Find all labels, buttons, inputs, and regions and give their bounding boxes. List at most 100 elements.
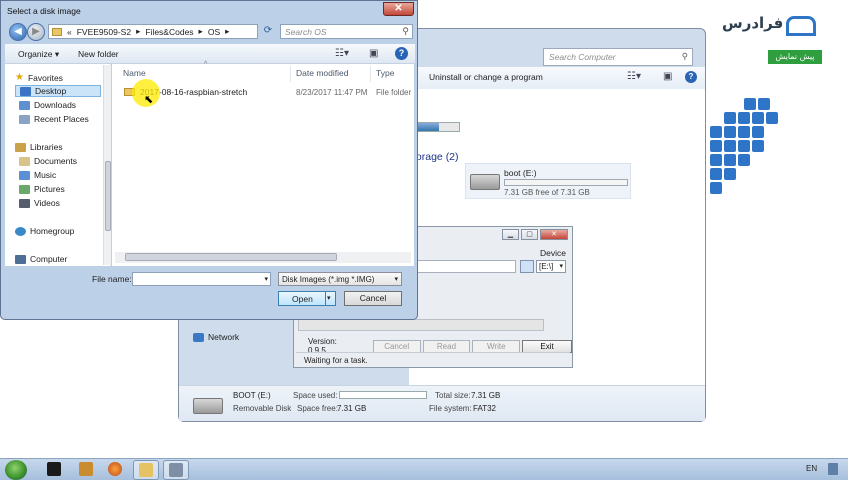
nav-videos[interactable]: Videos bbox=[19, 198, 60, 208]
preview-pane-icon[interactable]: ▣ bbox=[663, 71, 672, 82]
taskbar: EN bbox=[0, 458, 848, 480]
device-label: Device bbox=[540, 248, 566, 258]
drive-free-text: 7.31 GB free of 7.31 GB bbox=[504, 188, 590, 197]
write-button[interactable]: Write bbox=[472, 339, 521, 353]
drive-space-bar bbox=[504, 179, 628, 186]
space-used-bar bbox=[339, 391, 427, 399]
start-button[interactable] bbox=[5, 460, 27, 480]
nav-pictures[interactable]: Pictures bbox=[19, 184, 65, 194]
nav-recent-places[interactable]: Recent Places bbox=[19, 114, 89, 124]
back-arrow-icon[interactable]: ◀ bbox=[9, 23, 27, 41]
chevron-down-icon: ▾ bbox=[394, 276, 398, 283]
breadcrumb[interactable]: « FVEE9509-S2 ▸ Files&Codes ▸ OS ▸ bbox=[48, 24, 258, 39]
homegroup-icon bbox=[15, 226, 26, 236]
firefox-icon[interactable] bbox=[108, 462, 122, 476]
breadcrumb-item[interactable]: FVEE9509-S2 bbox=[77, 27, 131, 37]
close-icon[interactable]: ✕ bbox=[383, 2, 414, 16]
view-options-icon[interactable]: ☷▾ bbox=[335, 48, 349, 59]
removable-storage-heading: torage (2) bbox=[413, 151, 459, 163]
column-divider[interactable] bbox=[290, 66, 291, 82]
nav-libraries[interactable]: Libraries bbox=[15, 142, 63, 152]
nav-item-network[interactable]: Network bbox=[193, 332, 239, 342]
scrollbar-thumb[interactable] bbox=[105, 161, 111, 231]
read-button[interactable]: Read bbox=[422, 339, 471, 353]
new-folder-button[interactable]: New folder bbox=[78, 49, 119, 59]
device-select[interactable]: [E:\] ▾ bbox=[536, 260, 566, 273]
file-type-filter-select[interactable]: Disk Images (*.img *.IMG) ▾ bbox=[278, 272, 402, 286]
minimize-button[interactable]: ▁ bbox=[502, 229, 519, 240]
file-date: 8/23/2017 11:47 PM bbox=[296, 88, 368, 97]
open-button[interactable]: Open ▾ bbox=[278, 291, 336, 306]
nav-downloads[interactable]: Downloads bbox=[19, 100, 76, 110]
total-size-label: Total size: bbox=[435, 391, 471, 400]
computer-icon bbox=[15, 254, 26, 264]
removable-drive-icon bbox=[193, 398, 223, 414]
notepad-icon[interactable] bbox=[79, 462, 93, 476]
drive-boot-tile[interactable]: boot (E:) 7.31 GB free of 7.31 GB bbox=[465, 163, 631, 199]
nav-music[interactable]: Music bbox=[19, 170, 56, 180]
breadcrumb-separator[interactable]: ▸ bbox=[199, 26, 203, 37]
chevron-down-icon: ▾ bbox=[559, 263, 563, 270]
star-icon: ★ bbox=[15, 72, 24, 83]
search-input[interactable]: Search OS ⚲ bbox=[280, 24, 413, 39]
file-type: File folder bbox=[376, 88, 412, 97]
nav-videos-label: Videos bbox=[34, 198, 60, 208]
pictures-icon bbox=[19, 184, 30, 194]
chevron-down-icon[interactable]: ▾ bbox=[264, 275, 268, 283]
folder-icon bbox=[52, 27, 62, 36]
cancel-button[interactable]: Cancel bbox=[372, 339, 421, 353]
exit-button[interactable]: Exit bbox=[522, 339, 572, 353]
breadcrumb-overflow[interactable]: « bbox=[67, 27, 72, 37]
nav-downloads-label: Downloads bbox=[34, 100, 77, 110]
nav-desktop-label: Desktop bbox=[35, 86, 67, 96]
nav-scrollbar[interactable] bbox=[103, 65, 111, 265]
cancel-button[interactable]: Cancel bbox=[344, 291, 402, 306]
network-icon bbox=[193, 332, 204, 342]
preview-pane-icon[interactable]: ▣ bbox=[369, 48, 378, 59]
flag-icon[interactable] bbox=[828, 463, 838, 475]
computer-toolbar: Uninstall or change a program ☷▾ ▣ ? bbox=[409, 67, 705, 89]
help-icon[interactable]: ? bbox=[685, 71, 697, 83]
chevron-down-icon[interactable]: ▾ bbox=[327, 294, 331, 302]
column-header-type[interactable]: Type bbox=[376, 68, 394, 78]
maximize-button[interactable]: ▢ bbox=[521, 229, 538, 240]
language-indicator[interactable]: EN bbox=[806, 464, 817, 473]
music-icon bbox=[19, 170, 30, 180]
nav-documents-label: Documents bbox=[34, 156, 77, 166]
nav-desktop[interactable]: Desktop bbox=[15, 85, 101, 97]
breadcrumb-separator[interactable]: ▸ bbox=[225, 26, 229, 37]
file-row[interactable]: 2017-08-16-raspbian-stretch 8/23/2017 11… bbox=[120, 85, 412, 99]
mouse-pointer-icon: ⬉ bbox=[144, 94, 154, 106]
documents-icon bbox=[19, 156, 30, 166]
details-drive-name: BOOT (E:) bbox=[233, 391, 271, 400]
nav-computer[interactable]: Computer bbox=[15, 254, 67, 264]
forward-arrow-icon[interactable]: ▶ bbox=[27, 23, 45, 41]
file-name-label: File name: bbox=[92, 274, 132, 284]
help-icon[interactable]: ? bbox=[395, 47, 408, 60]
close-button[interactable]: ✕ bbox=[540, 229, 568, 240]
sort-arrow-icon: ^ bbox=[204, 61, 208, 68]
drive-name: boot (E:) bbox=[504, 168, 537, 178]
breadcrumb-item[interactable]: OS bbox=[208, 27, 220, 37]
scrollbar-thumb[interactable] bbox=[125, 253, 337, 261]
breadcrumb-separator[interactable]: ▸ bbox=[136, 26, 140, 37]
organize-button[interactable]: Organize ▾ bbox=[18, 49, 59, 60]
cmd-icon[interactable] bbox=[47, 462, 61, 476]
preview-badge: پیش نمایش bbox=[768, 50, 822, 64]
column-divider[interactable] bbox=[370, 66, 371, 82]
browse-folder-icon[interactable] bbox=[520, 260, 534, 273]
uninstall-program-button[interactable]: Uninstall or change a program bbox=[429, 72, 543, 82]
file-name-input[interactable]: ▾ bbox=[132, 272, 271, 286]
computer-search-input[interactable]: Search Computer ⚲ bbox=[543, 48, 693, 66]
breadcrumb-item[interactable]: Files&Codes bbox=[145, 27, 193, 37]
column-header-name[interactable]: Name bbox=[123, 68, 146, 78]
horizontal-scrollbar[interactable] bbox=[115, 252, 411, 263]
nav-homegroup[interactable]: Homegroup bbox=[15, 226, 74, 236]
nav-documents[interactable]: Documents bbox=[19, 156, 77, 166]
column-header-date[interactable]: Date modified bbox=[296, 68, 348, 78]
computer-search-placeholder: Search Computer bbox=[549, 52, 616, 62]
refresh-icon[interactable]: ⟳ bbox=[261, 24, 275, 39]
file-system-label: File system: bbox=[429, 404, 472, 413]
view-options-icon[interactable]: ☷▾ bbox=[627, 71, 641, 82]
nav-favorites[interactable]: ★ Favorites bbox=[15, 72, 63, 83]
